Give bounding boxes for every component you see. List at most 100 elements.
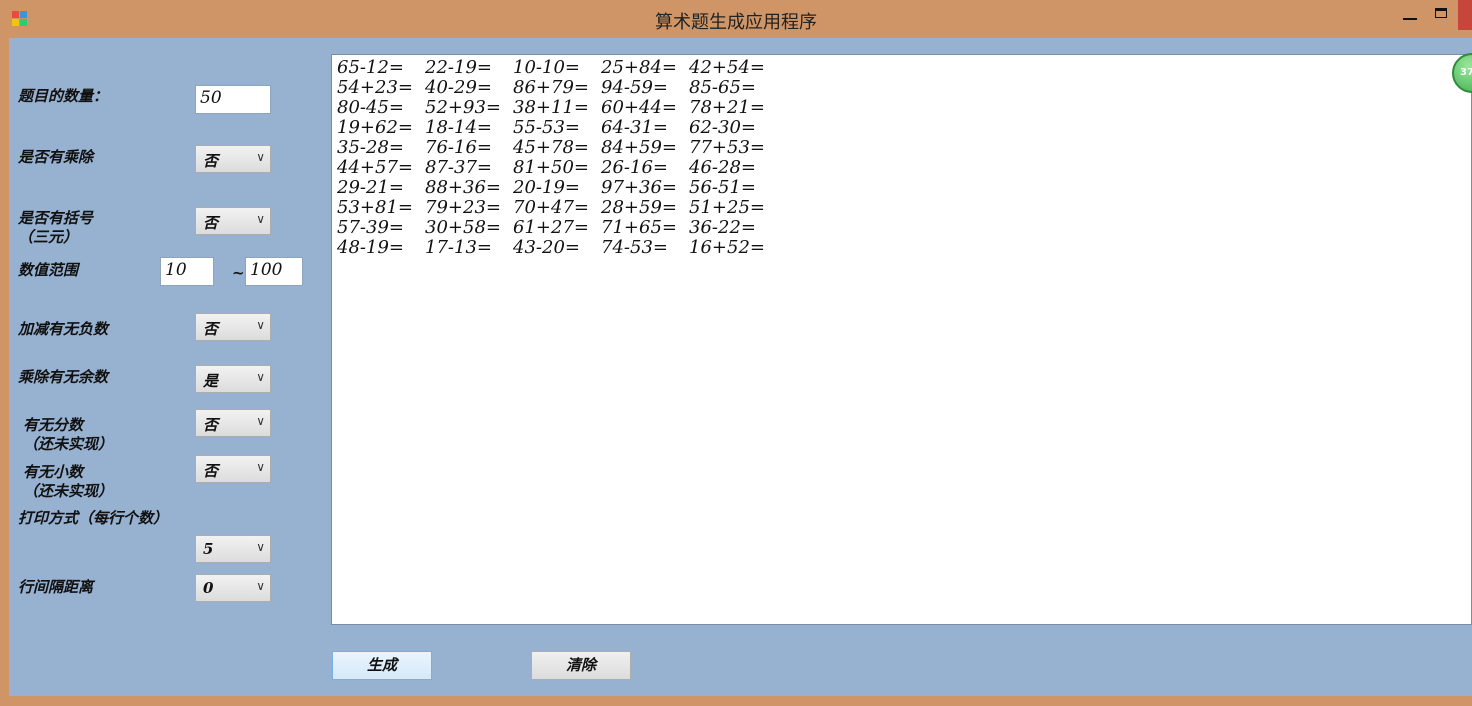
- line-spacing-select[interactable]: 0 ∨: [195, 574, 271, 602]
- equation-item: 55-53=: [513, 117, 580, 138]
- equation-item: 22-19=: [425, 57, 492, 78]
- equation-item: 85-65=: [689, 77, 756, 98]
- chevron-down-icon: ∨: [256, 150, 265, 164]
- print-mode-value: 5: [203, 540, 214, 558]
- equation-item: 17-13=: [425, 237, 492, 258]
- equation-item: 76-16=: [425, 137, 492, 158]
- equation-item: 74-53=: [601, 237, 668, 258]
- equation-item: 86+79=: [513, 77, 589, 98]
- equation-item: 18-14=: [425, 117, 492, 138]
- brackets-select[interactable]: 否 ∨: [195, 207, 271, 235]
- decimal-label-note: （还未实现）: [23, 482, 114, 500]
- range-separator: ~: [232, 264, 245, 282]
- question-count-label: 题目的数量：: [18, 87, 109, 105]
- equation-item: 57-39=: [337, 217, 404, 238]
- equation-item: 30+58=: [425, 217, 501, 238]
- title-bar: 算术题生成应用程序: [0, 0, 1472, 38]
- negative-value: 否: [203, 320, 219, 338]
- equation-item: 79+23=: [425, 197, 501, 218]
- chevron-down-icon: ∨: [256, 460, 265, 474]
- brackets-label-note: （三元）: [18, 228, 79, 246]
- chevron-down-icon: ∨: [256, 579, 265, 593]
- equation-item: 60+44=: [601, 97, 677, 118]
- equation-item: 56-51=: [689, 177, 756, 198]
- remainder-select[interactable]: 是 ∨: [195, 365, 271, 393]
- equation-item: 42+54=: [689, 57, 765, 78]
- print-mode-label: 打印方式（每行个数）: [18, 509, 169, 527]
- chevron-down-icon: ∨: [256, 540, 265, 554]
- maximize-button[interactable]: [1426, 0, 1454, 30]
- decimal-label: 有无小数: [23, 463, 84, 481]
- equation-item: 35-28=: [337, 137, 404, 158]
- equation-item: 36-22=: [689, 217, 756, 238]
- mul-div-value: 否: [203, 152, 219, 170]
- equation-item: 97+36=: [601, 177, 677, 198]
- brackets-label: 是否有括号: [18, 209, 94, 227]
- equation-item: 20-19=: [513, 177, 580, 198]
- chevron-down-icon: ∨: [256, 318, 265, 332]
- equation-item: 43-20=: [513, 237, 580, 258]
- equation-item: 81+50=: [513, 157, 589, 178]
- negative-select[interactable]: 否 ∨: [195, 313, 271, 341]
- range-max-input[interactable]: 100: [245, 257, 303, 286]
- equation-item: 64-31=: [601, 117, 668, 138]
- equation-item: 28+59=: [601, 197, 677, 218]
- equation-item: 80-45=: [337, 97, 404, 118]
- equation-item: 87-37=: [425, 157, 492, 178]
- equation-item: 16+52=: [689, 237, 765, 258]
- mul-div-label: 是否有乘除: [18, 148, 94, 166]
- equation-item: 77+53=: [689, 137, 765, 158]
- equation-item: 48-19=: [337, 237, 404, 258]
- remainder-label: 乘除有无余数: [18, 368, 109, 386]
- equation-item: 54+23=: [337, 77, 413, 98]
- equation-item: 26-16=: [601, 157, 668, 178]
- equation-item: 78+21=: [689, 97, 765, 118]
- range-min-input[interactable]: 10: [160, 257, 214, 286]
- equation-item: 38+11=: [513, 97, 589, 118]
- equation-item: 94-59=: [601, 77, 668, 98]
- equation-item: 25+84=: [601, 57, 677, 78]
- equation-item: 19+62=: [337, 117, 413, 138]
- remainder-value: 是: [203, 372, 219, 390]
- equation-item: 88+36=: [425, 177, 501, 198]
- close-button[interactable]: [1458, 0, 1472, 30]
- chevron-down-icon: ∨: [256, 414, 265, 428]
- window-title: 算术题生成应用程序: [655, 12, 817, 33]
- equation-item: 71+65=: [601, 217, 677, 238]
- equation-item: 70+47=: [513, 197, 589, 218]
- equation-item: 40-29=: [425, 77, 492, 98]
- equation-item: 51+25=: [689, 197, 765, 218]
- print-mode-select[interactable]: 5 ∨: [195, 535, 271, 563]
- output-textarea[interactable]: 65-12= 22-19= 10-10= 25+84= 42+54= 54+23= 40-2…: [331, 54, 1472, 625]
- negative-label: 加减有无负数: [18, 320, 109, 338]
- decimal-select[interactable]: 否 ∨: [195, 455, 271, 483]
- line-spacing-value: 0: [203, 579, 214, 597]
- equation-item: 10-10=: [513, 57, 580, 78]
- equation-item: 29-21=: [337, 177, 404, 198]
- equation-item: 53+81=: [337, 197, 413, 218]
- equation-item: 65-12=: [337, 57, 404, 78]
- question-count-input[interactable]: 50: [195, 85, 271, 114]
- equation-item: 84+59=: [601, 137, 677, 158]
- fraction-label: 有无分数: [23, 416, 84, 434]
- fraction-select[interactable]: 否 ∨: [195, 409, 271, 437]
- equation-item: 46-28=: [689, 157, 756, 178]
- fraction-value: 否: [203, 416, 219, 434]
- minimize-icon: [1403, 18, 1417, 20]
- range-label: 数值范围: [18, 261, 79, 279]
- brackets-value: 否: [203, 214, 219, 232]
- line-spacing-label: 行间隔距离: [18, 578, 94, 596]
- mul-div-select[interactable]: 否 ∨: [195, 145, 271, 173]
- chevron-down-icon: ∨: [256, 212, 265, 226]
- chevron-down-icon: ∨: [256, 370, 265, 384]
- equation-item: 62-30=: [689, 117, 756, 138]
- equation-item: 44+57=: [337, 157, 413, 178]
- form-client-area: 题目的数量： 50 是否有乘除 否 ∨ 是否有括号 （三元） 否 ∨ 数值范围 …: [9, 38, 1472, 696]
- fraction-label-note: （还未实现）: [23, 435, 114, 453]
- equation-item: 45+78=: [513, 137, 589, 158]
- generate-button[interactable]: 生成: [332, 651, 432, 680]
- maximize-icon: [1435, 8, 1447, 18]
- clear-button[interactable]: 清除: [531, 651, 631, 680]
- equation-item: 61+27=: [513, 217, 589, 238]
- decimal-value: 否: [203, 462, 219, 480]
